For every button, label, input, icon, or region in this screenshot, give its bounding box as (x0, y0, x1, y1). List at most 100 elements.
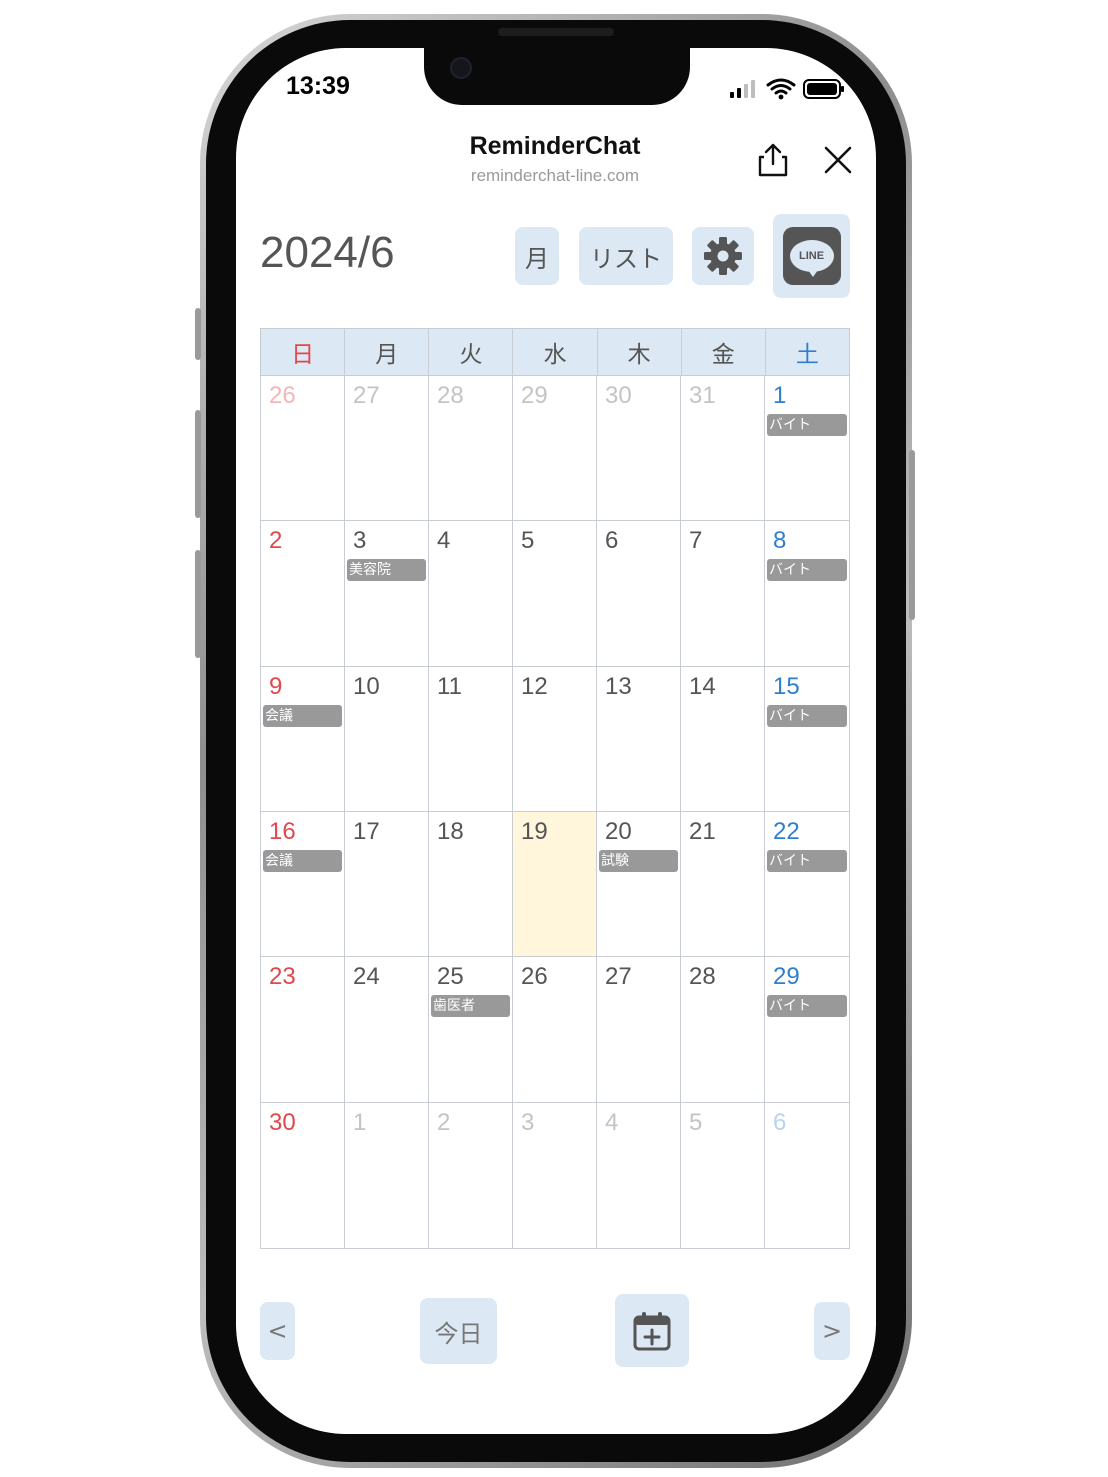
day-number: 14 (689, 672, 716, 700)
calendar-day[interactable]: 1 (345, 1102, 429, 1248)
event-chip[interactable]: バイト (767, 559, 847, 582)
calendar-day[interactable]: 22 バイト (765, 812, 849, 958)
calendar-day[interactable]: 28 (681, 957, 765, 1103)
calendar-day[interactable]: 9 会議 (261, 666, 345, 812)
signal-bar-1 (730, 92, 734, 98)
prev-month-button[interactable]: < (260, 1302, 295, 1360)
calendar-day[interactable]: 5 (681, 1102, 765, 1248)
weekday-thu: 木 (598, 329, 682, 375)
calendar-day[interactable]: 27 (345, 376, 429, 522)
front-camera (450, 57, 472, 79)
event-chip[interactable]: 美容院 (347, 559, 426, 582)
calendar-day[interactable]: 24 (345, 957, 429, 1103)
event-chip[interactable]: 歯医者 (431, 995, 510, 1018)
calendar-day[interactable]: 31 (681, 376, 765, 522)
day-number: 3 (353, 527, 367, 555)
calendar-day[interactable]: 29 バイト (765, 957, 849, 1103)
event-chip[interactable]: 会議 (263, 704, 342, 727)
calendar-day[interactable]: 6 (765, 1103, 849, 1248)
calendar-day[interactable]: 25 歯医者 (429, 957, 513, 1103)
status-icons (728, 77, 846, 101)
list-view-button[interactable]: リスト (579, 227, 673, 285)
calendar-day[interactable]: 30 (597, 376, 681, 522)
month-view-button[interactable]: 月 (515, 227, 559, 285)
share-icon[interactable] (756, 142, 790, 178)
calendar-day[interactable]: 1 バイト (765, 376, 849, 522)
power-button (909, 450, 915, 620)
day-number: 5 (689, 1108, 703, 1136)
day-number: 26 (269, 382, 296, 409)
day-number: 21 (689, 817, 716, 845)
day-number: 6 (605, 527, 619, 555)
speaker-grille (498, 28, 614, 36)
day-number: 15 (773, 672, 800, 700)
day-number: 10 (353, 672, 380, 700)
calendar-day[interactable]: 29 (513, 376, 597, 522)
calendar-day[interactable]: 23 (261, 957, 345, 1103)
calendar-day[interactable]: 11 (429, 666, 513, 812)
today-button[interactable]: 今日 (420, 1298, 497, 1364)
calendar-add-icon (633, 1311, 671, 1350)
line-bubble-tail (807, 270, 818, 277)
calendar-day[interactable]: 3 美容院 (345, 521, 429, 667)
calendar-day[interactable]: 3 (513, 1102, 597, 1248)
close-icon[interactable] (824, 146, 852, 174)
calendar-day[interactable]: 8 バイト (765, 521, 849, 667)
wifi-dot (778, 94, 784, 100)
volume-up-button (195, 410, 201, 518)
action-button (195, 308, 201, 360)
app-title: ReminderChat (469, 132, 641, 160)
calendar-day[interactable]: 4 (597, 1102, 681, 1248)
calendar-day[interactable]: 10 (345, 666, 429, 812)
event-chip[interactable]: バイト (767, 995, 847, 1018)
next-month-button[interactable]: > (814, 1302, 850, 1360)
calendar-day[interactable]: 14 (681, 666, 765, 812)
signal-bar-4 (751, 80, 755, 98)
calendar-day[interactable]: 21 (681, 811, 765, 958)
day-number: 22 (773, 817, 800, 845)
calendar-day[interactable]: 18 (429, 811, 513, 958)
day-number: 27 (353, 382, 380, 409)
add-event-button[interactable] (615, 1294, 689, 1367)
calendar-day[interactable]: 2 (261, 521, 345, 667)
calendar-day[interactable]: 17 (345, 811, 429, 958)
calendar-day[interactable]: 6 (597, 521, 681, 667)
calendar-day[interactable]: 7 (681, 521, 765, 667)
calendar-day[interactable]: 12 (513, 666, 597, 812)
calendar-day[interactable]: 4 (429, 521, 513, 667)
line-button[interactable]: LINE (773, 214, 850, 298)
calendar-day[interactable]: 16 会議 (261, 811, 345, 958)
event-chip[interactable]: 会議 (263, 849, 342, 872)
signal-wifi-battery-icons (730, 78, 844, 100)
day-number: 1 (353, 1108, 367, 1136)
settings-button[interactable] (692, 227, 754, 285)
calendar-day[interactable]: 26 (261, 376, 345, 522)
day-number: 26 (521, 963, 548, 991)
battery-cap (841, 86, 844, 92)
day-number: 29 (521, 382, 548, 409)
event-chip[interactable]: バイト (767, 849, 847, 872)
day-number: 28 (437, 382, 464, 409)
calendar-day[interactable]: 13 (597, 666, 681, 812)
event-chip[interactable]: 試験 (599, 849, 678, 872)
calendar-day[interactable]: 26 (513, 957, 597, 1103)
day-number: 11 (437, 672, 462, 700)
calendar-day[interactable]: 30 (261, 1102, 345, 1248)
calendar-day[interactable]: 28 (429, 376, 513, 522)
day-number: 9 (269, 672, 283, 700)
day-number: 7 (689, 527, 703, 555)
day-number: 23 (269, 963, 296, 991)
event-chip[interactable]: バイト (767, 414, 847, 436)
calendar-day[interactable]: 5 (513, 521, 597, 667)
volume-down-button (195, 550, 201, 658)
calendar-day[interactable]: 27 (597, 957, 681, 1103)
calendar-day[interactable]: 20 試験 (597, 811, 681, 958)
calendar-day[interactable]: 2 (429, 1102, 513, 1248)
day-number: 2 (269, 527, 283, 555)
event-chip[interactable]: バイト (767, 704, 847, 727)
calendar-day[interactable]: 15 バイト (765, 667, 849, 812)
weekday-tue: 火 (429, 329, 514, 375)
day-number: 8 (773, 527, 787, 555)
calendar-day-today[interactable]: 19 (513, 811, 597, 958)
weekday-sun: 日 (261, 329, 346, 375)
